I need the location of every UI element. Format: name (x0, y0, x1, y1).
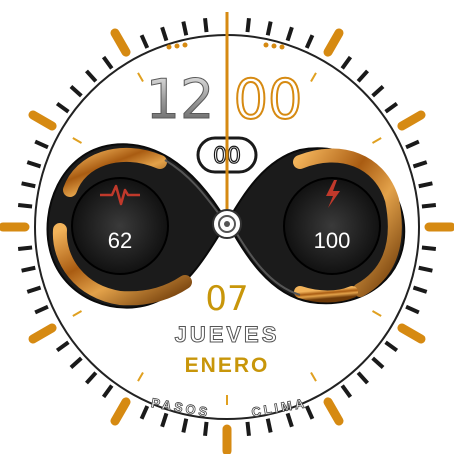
minute-tick (421, 245, 437, 251)
watch-face: 62 100 12 00 00 07 JUEVES ENERO PASOS CL… (0, 1, 454, 454)
minute-tick (245, 421, 251, 437)
center-cap-icon (212, 209, 242, 239)
heart-rate-value: 62 (108, 228, 132, 253)
minute-tick (203, 421, 209, 437)
minute-tick (421, 203, 437, 209)
minute-tick (418, 265, 433, 273)
minute-tick (21, 181, 36, 189)
minute-tick (265, 21, 273, 36)
minute-tick (17, 245, 33, 251)
minute-tick (21, 265, 36, 273)
second-hand (225, 12, 229, 224)
heart-rate-complication[interactable]: 62 (71, 177, 169, 275)
minutes-text: 00 (234, 68, 303, 131)
minute-tick (17, 203, 33, 209)
minute-tick (245, 17, 251, 33)
battery-value: 100 (314, 228, 351, 253)
minute-tick (181, 418, 189, 433)
date-month: ENERO (185, 354, 270, 377)
hours-text: 12 (146, 68, 215, 131)
date-day: 07 (205, 279, 248, 319)
minute-tick (418, 181, 433, 189)
minute-tick (181, 21, 189, 36)
minute-tick (203, 17, 209, 33)
date-weekday: JUEVES (175, 322, 280, 347)
minute-tick (265, 418, 273, 433)
battery-complication[interactable]: 100 (283, 177, 381, 275)
